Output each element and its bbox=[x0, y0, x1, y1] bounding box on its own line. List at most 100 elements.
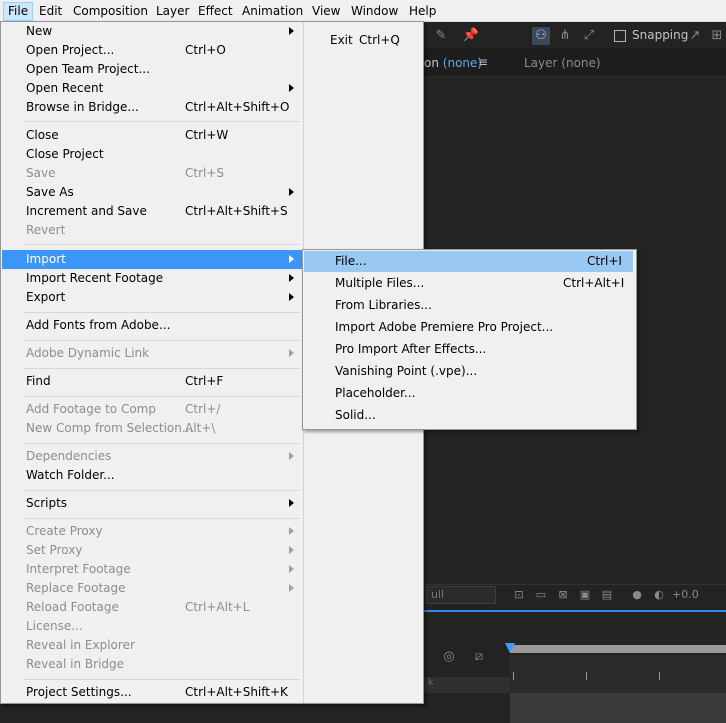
timeline-layer-area[interactable] bbox=[510, 693, 726, 723]
menu-separator bbox=[24, 396, 300, 397]
ruler-tick bbox=[659, 672, 660, 680]
menu-item-open-team-project[interactable]: Open Team Project... bbox=[2, 60, 420, 79]
import-item-from-libraries[interactable]: From Libraries... bbox=[304, 295, 633, 316]
menu-item-dependencies[interactable]: Dependencies bbox=[2, 447, 420, 466]
menu-item-create-proxy[interactable]: Create Proxy bbox=[2, 522, 420, 541]
menu-item-label: Project Settings... bbox=[26, 685, 132, 699]
submenu-arrow-icon bbox=[289, 452, 294, 460]
rotobrush-icon[interactable]: ✎ bbox=[432, 27, 450, 45]
menu-item-label: Adobe Dynamic Link bbox=[26, 346, 150, 360]
menu-item-label: Open Team Project... bbox=[26, 62, 150, 76]
menu-effect[interactable]: Effect bbox=[193, 2, 238, 21]
menu-item-increment-and-save[interactable]: Increment and Save Ctrl+Alt+Shift+S bbox=[2, 202, 420, 221]
menu-item-new[interactable]: New bbox=[2, 22, 420, 41]
puppet-pin-icon[interactable]: 📌 bbox=[462, 27, 480, 45]
panel-tab-row: on (none) Layer (none) bbox=[424, 52, 726, 76]
menu-item-label: Import Recent Footage bbox=[26, 271, 164, 285]
menu-item-shortcut: Ctrl+S bbox=[185, 166, 225, 180]
snapping-checkbox[interactable] bbox=[614, 30, 626, 42]
menu-item-reload-footage[interactable]: Reload Footage Ctrl+Alt+L bbox=[2, 598, 420, 617]
menu-window[interactable]: Window bbox=[346, 2, 403, 21]
menu-item-save-as[interactable]: Save As bbox=[2, 183, 420, 202]
current-time-indicator[interactable] bbox=[505, 643, 515, 653]
channel-icon[interactable]: ● bbox=[630, 588, 644, 602]
submenu-arrow-icon bbox=[289, 527, 294, 535]
import-item-import-adobe-premiere-pro-project[interactable]: Import Adobe Premiere Pro Project... bbox=[304, 317, 633, 338]
snap-options-icon[interactable]: ⊞ bbox=[708, 27, 726, 45]
layer-tab[interactable]: Layer (none) bbox=[524, 56, 601, 70]
submenu-arrow-icon bbox=[289, 27, 294, 35]
menu-item-open-recent[interactable]: Open Recent bbox=[2, 79, 420, 98]
resolution-dropdown[interactable]: ull bbox=[426, 586, 496, 604]
graph-editor-icon[interactable]: ⧄ bbox=[470, 648, 488, 666]
submenu-arrow-icon bbox=[289, 274, 294, 282]
menu-item-interpret-footage[interactable]: Interpret Footage bbox=[2, 560, 420, 579]
menu-item-reveal-in-explorer[interactable]: Reveal in Explorer bbox=[2, 636, 420, 655]
snapping-label: Snapping bbox=[632, 28, 689, 42]
menu-item-label: Close Project bbox=[26, 147, 104, 161]
motion-blur-icon[interactable]: ◎ bbox=[440, 648, 458, 666]
menu-item-label: Scripts bbox=[26, 496, 68, 510]
exposure-value[interactable]: +0.0 bbox=[672, 588, 699, 601]
menu-item-label: Open Project... bbox=[26, 43, 115, 57]
menu-item-save[interactable]: Save Ctrl+S bbox=[2, 164, 420, 183]
menu-item-reveal-in-bridge[interactable]: Reveal in Bridge bbox=[2, 655, 420, 674]
import-item-vanishing-point-vpe[interactable]: Vanishing Point (.vpe)... bbox=[304, 361, 633, 382]
submenu-arrow-icon bbox=[289, 255, 294, 263]
menu-item-label: Save As bbox=[26, 185, 74, 199]
import-item-multiple-files[interactable]: Multiple Files... Ctrl+Alt+I bbox=[304, 273, 633, 294]
menu-item-shortcut: Ctrl+/ bbox=[185, 402, 221, 416]
menu-item-watch-folder[interactable]: Watch Folder... bbox=[2, 466, 420, 485]
menu-separator bbox=[24, 312, 300, 313]
graph-icon[interactable]: ⋔ bbox=[556, 27, 574, 45]
menu-view[interactable]: View bbox=[307, 2, 345, 21]
submenu-arrow-icon bbox=[289, 188, 294, 196]
menu-item-replace-footage[interactable]: Replace Footage bbox=[2, 579, 420, 598]
menu-item-set-proxy[interactable]: Set Proxy bbox=[2, 541, 420, 560]
snap-magnet-icon[interactable]: ↗ bbox=[686, 27, 704, 45]
menu-item-label: Open Recent bbox=[26, 81, 104, 95]
work-area-bar[interactable] bbox=[510, 645, 726, 653]
import-item-solid[interactable]: Solid... bbox=[304, 405, 633, 426]
exposure-icon[interactable]: ◐ bbox=[652, 588, 666, 602]
menu-item-shortcut: Ctrl+Alt+L bbox=[185, 600, 250, 614]
grid-icon[interactable]: ▤ bbox=[600, 588, 614, 602]
menu-edit[interactable]: Edit bbox=[34, 2, 67, 21]
import-item-file[interactable]: File... Ctrl+I bbox=[304, 251, 633, 272]
menu-layer[interactable]: Layer bbox=[151, 2, 194, 21]
import-item-pro-import-after-effects[interactable]: Pro Import After Effects... bbox=[304, 339, 633, 360]
menu-item-label: Save bbox=[26, 166, 56, 180]
import-item-placeholder[interactable]: Placeholder... bbox=[304, 383, 633, 404]
time-ruler[interactable] bbox=[510, 655, 726, 693]
menu-item-label: Dependencies bbox=[26, 449, 112, 463]
submenu-item-label: Placeholder... bbox=[335, 386, 416, 400]
menu-help[interactable]: Help bbox=[404, 2, 441, 21]
menu-item-shortcut: Ctrl+W bbox=[185, 128, 229, 142]
menu-item-project-settings[interactable]: Project Settings... Ctrl+Alt+Shift+K bbox=[2, 683, 420, 702]
menu-item-close[interactable]: Close Ctrl+W bbox=[2, 126, 420, 145]
submenu-item-label: Import Adobe Premiere Pro Project... bbox=[335, 320, 554, 334]
menu-item-revert[interactable]: Revert bbox=[2, 221, 420, 240]
submenu-arrow-icon bbox=[289, 84, 294, 92]
menu-item-label: Set Proxy bbox=[26, 543, 83, 557]
region-icon[interactable]: ▭ bbox=[534, 588, 548, 602]
snapshot-icon[interactable]: ⊡ bbox=[512, 588, 526, 602]
menu-animation[interactable]: Animation bbox=[237, 2, 308, 21]
menu-item-close-project[interactable]: Close Project bbox=[2, 145, 420, 164]
comp-tab[interactable]: on (none) bbox=[424, 56, 482, 70]
menu-item-browse-in-bridge[interactable]: Browse in Bridge... Ctrl+Alt+Shift+O bbox=[2, 98, 420, 117]
panel-menu-icon[interactable]: ≡ bbox=[478, 55, 488, 69]
menu-composition[interactable]: Composition bbox=[68, 2, 153, 21]
menu-file[interactable]: File bbox=[3, 2, 34, 21]
submenu-arrow-icon bbox=[289, 293, 294, 301]
menu-item-open-project[interactable]: Open Project... Ctrl+O bbox=[2, 41, 420, 60]
menu-item-scripts[interactable]: Scripts bbox=[2, 494, 420, 513]
safe-zones-icon[interactable]: ▣ bbox=[578, 588, 592, 602]
menu-item-label: Add Footage to Comp bbox=[26, 402, 156, 416]
align-icon[interactable]: ⚇ bbox=[532, 27, 550, 45]
menu-item-label: Reload Footage bbox=[26, 600, 119, 614]
expand-icon[interactable]: ⤢ bbox=[580, 27, 598, 45]
menu-item-license[interactable]: License... bbox=[2, 617, 420, 636]
menu-item-label: Revert bbox=[26, 223, 66, 237]
transparency-icon[interactable]: ⊠ bbox=[556, 588, 570, 602]
